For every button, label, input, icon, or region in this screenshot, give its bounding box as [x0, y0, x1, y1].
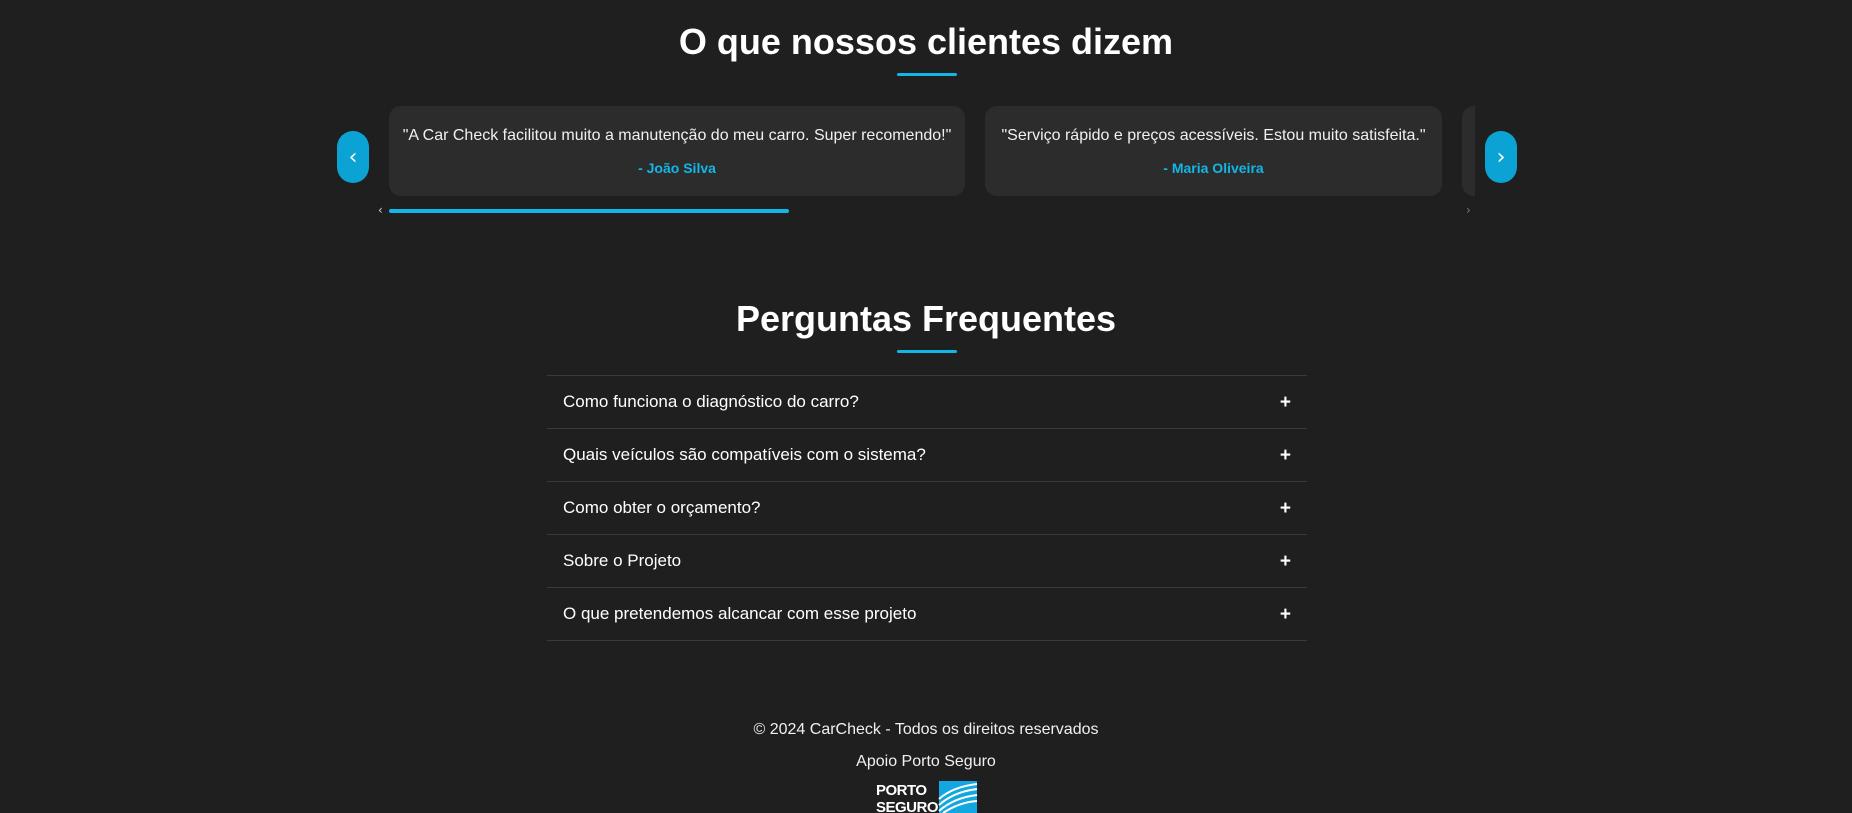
- faq-item[interactable]: Sobre o Projeto +: [547, 535, 1307, 588]
- faq-question: O que pretendemos alcancar com esse proj…: [563, 604, 917, 623]
- testimonial-card-partial: [1462, 106, 1475, 196]
- expand-plus-icon[interactable]: +: [1280, 393, 1291, 412]
- expand-plus-icon[interactable]: +: [1280, 552, 1291, 571]
- faq-item[interactable]: O que pretendemos alcancar com esse proj…: [547, 588, 1307, 641]
- expand-plus-icon[interactable]: +: [1280, 499, 1291, 518]
- faq-question: Quais veículos são compatíveis com o sis…: [563, 445, 926, 464]
- faq-title-underline: [897, 350, 957, 353]
- scroll-right-arrow-icon[interactable]: ›: [1466, 204, 1471, 216]
- expand-plus-icon[interactable]: +: [1280, 446, 1291, 465]
- carousel-scrollbar[interactable]: [389, 209, 1470, 213]
- porto-seguro-emblem-icon: [938, 781, 978, 813]
- faq-question: Como funciona o diagnóstico do carro?: [563, 392, 859, 411]
- carousel-prev-button[interactable]: ‹: [337, 131, 369, 183]
- testimonial-card: "Serviço rápido e preços acessíveis. Est…: [985, 106, 1442, 196]
- porto-seguro-logo: PORTO SEGURO: [876, 781, 978, 813]
- scroll-left-arrow-icon[interactable]: ‹: [378, 204, 383, 216]
- faq-item[interactable]: Como obter o orçamento? +: [547, 482, 1307, 535]
- testimonial-card: "A Car Check facilitou muito a manutençã…: [389, 106, 965, 196]
- testimonial-author: - João Silva: [638, 160, 716, 176]
- footer-support-text: Apoio Porto Seguro: [856, 753, 996, 770]
- testimonials-title-underline: [897, 73, 957, 76]
- testimonial-quote: "Serviço rápido e preços acessíveis. Est…: [1001, 127, 1426, 144]
- testimonial-author: - Maria Oliveira: [1163, 160, 1264, 176]
- carousel-scrollbar-thumb[interactable]: [389, 209, 789, 213]
- page: O que nossos clientes dizem ‹ "A Car Che…: [0, 0, 1852, 813]
- logo-text-line1: PORTO: [876, 782, 927, 799]
- faq-list: Como funciona o diagnóstico do carro? + …: [547, 375, 1307, 641]
- testimonials-carousel[interactable]: "A Car Check facilitou muito a manutençã…: [389, 106, 1475, 198]
- logo-text-line2: SEGURO: [876, 799, 939, 813]
- faq-item[interactable]: Quais veículos são compatíveis com o sis…: [547, 429, 1307, 482]
- testimonial-quote: "A Car Check facilitou muito a manutençã…: [402, 127, 952, 144]
- expand-plus-icon[interactable]: +: [1280, 605, 1291, 624]
- footer-copyright: © 2024 CarCheck - Todos os direitos rese…: [753, 721, 1099, 738]
- faq-item[interactable]: Como funciona o diagnóstico do carro? +: [547, 376, 1307, 429]
- carousel-next-button[interactable]: ›: [1485, 131, 1517, 183]
- faq-question: Como obter o orçamento?: [563, 498, 761, 517]
- testimonials-title: O que nossos clientes dizem: [678, 21, 1174, 62]
- faq-title: Perguntas Frequentes: [735, 298, 1117, 339]
- faq-question: Sobre o Projeto: [563, 551, 682, 570]
